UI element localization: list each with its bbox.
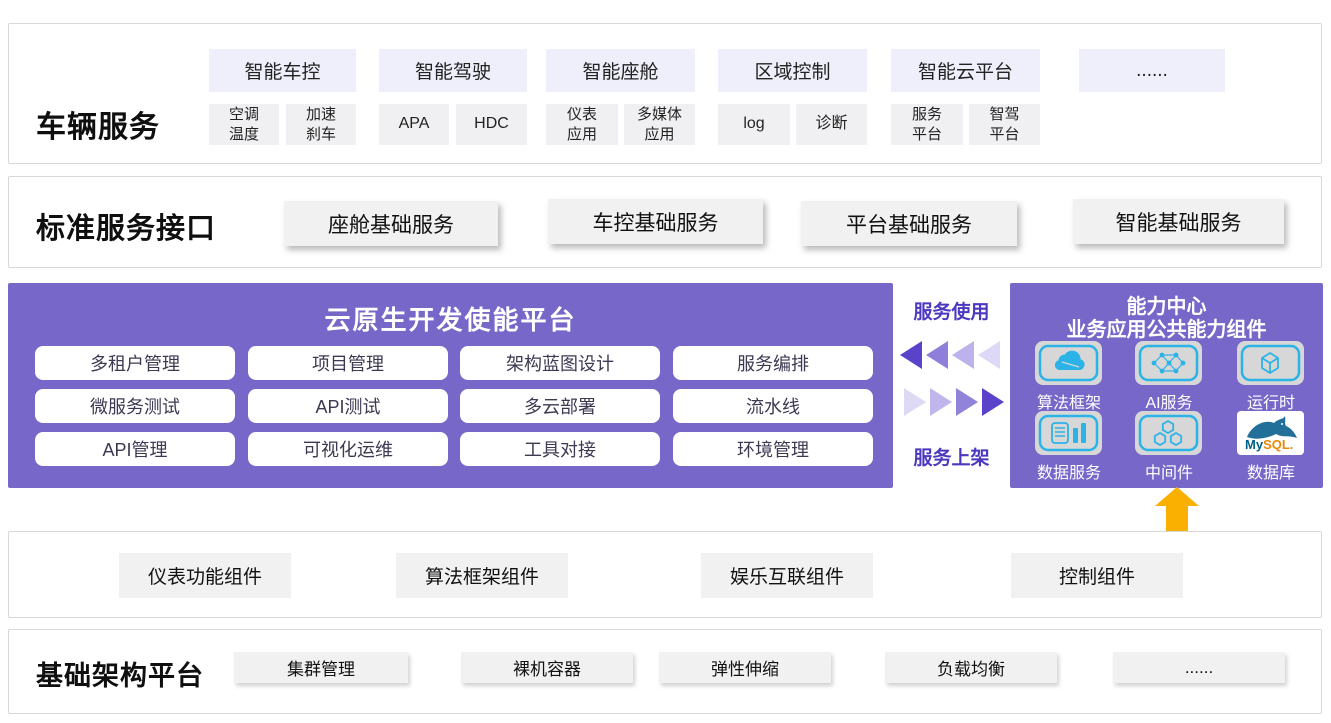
service-use-arrows-icon: [900, 340, 1004, 370]
cloud-native-platform-panel: 云原生开发使能平台 多租户管理 项目管理 架构蓝图设计 服务编排 微服务测试 A…: [8, 283, 893, 488]
box-platform-basic-service: 平台基础服务: [801, 201, 1017, 246]
chip-zone-control: 区域控制: [718, 49, 867, 92]
chip-instrument-app: 仪表 应用: [546, 104, 618, 145]
chip-hdc: HDC: [456, 104, 527, 145]
standard-interface-section: 标准服务接口 座舱基础服务 车控基础服务 平台基础服务 智能基础服务: [8, 176, 1322, 268]
cloud-native-platform-title: 云原生开发使能平台: [8, 300, 893, 337]
btn-api-test: API测试: [248, 389, 448, 423]
chip-diagnosis: 诊断: [796, 104, 867, 145]
data-service-tile: [1035, 411, 1102, 455]
chip-smart-cloud-platform: 智能云平台: [891, 49, 1040, 92]
chip-bare-metal-container: 裸机容器: [461, 652, 633, 683]
middleware-tile: [1135, 411, 1202, 455]
vehicle-services-section: 车辆服务 智能车控 空调 温度 加速 刹车 智能驾驶 APA HDC 智能座舱 …: [8, 23, 1322, 164]
chip-smart-vehicle-control: 智能车控: [209, 49, 356, 92]
capability-title-line2: 业务应用公共能力组件: [1010, 313, 1323, 342]
service-publish-label: 服务上架: [893, 443, 1010, 470]
chip-load-balancing: 负载均衡: [885, 652, 1057, 683]
chip-apa: APA: [379, 104, 449, 145]
chip-smart-drive-platform: 智驾 平台: [969, 104, 1040, 145]
standard-interface-title: 标准服务接口: [36, 205, 216, 247]
infrastructure-section: 基础架构平台 集群管理 裸机容器 弹性伸缩 负载均衡 ......: [8, 629, 1322, 714]
components-section: 仪表功能组件 算法框架组件 娱乐互联组件 控制组件: [8, 531, 1322, 618]
cloud-icon: [1035, 341, 1102, 385]
runtime-tile: [1237, 341, 1304, 385]
service-publish-arrows-icon: [900, 387, 1004, 417]
btn-service-orchestration: 服务编排: [673, 346, 873, 380]
chip-cluster-mgmt: 集群管理: [234, 652, 408, 683]
chip-smart-driving: 智能驾驶: [379, 49, 527, 92]
data-bars-icon: [1035, 411, 1102, 455]
middleware-label: 中间件: [1114, 459, 1224, 483]
algorithm-framework-label: 算法框架: [1014, 389, 1124, 413]
infrastructure-title: 基础架构平台: [36, 654, 204, 693]
data-service-label: 数据服务: [1014, 459, 1124, 483]
chip-smart-cockpit: 智能座舱: [546, 49, 695, 92]
ai-service-tile: [1135, 341, 1202, 385]
hexagons-icon: [1135, 411, 1202, 455]
btn-api-mgmt: API管理: [35, 432, 235, 466]
database-tile: MySQL.: [1237, 411, 1304, 455]
chip-entertainment-component: 娱乐互联组件: [701, 553, 873, 598]
service-flow-zone: 服务使用 服务上架: [893, 283, 1010, 488]
chip-infra-more: ......: [1113, 652, 1285, 683]
btn-project-mgmt: 项目管理: [248, 346, 448, 380]
chip-accel-brake: 加速 刹车: [286, 104, 356, 145]
chip-control-component: 控制组件: [1011, 553, 1183, 598]
chip-instrument-component: 仪表功能组件: [119, 553, 291, 598]
cube-icon: [1237, 341, 1304, 385]
database-label: 数据库: [1216, 459, 1326, 483]
chip-service-platform: 服务 平台: [891, 104, 963, 145]
upload-arrow-icon: [1155, 487, 1199, 531]
mysql-my-text: My: [1245, 437, 1264, 452]
chip-algorithm-component: 算法框架组件: [396, 553, 568, 598]
service-use-label: 服务使用: [893, 297, 1010, 324]
vehicle-services-title: 车辆服务: [36, 102, 160, 146]
box-intelligent-basic-service: 智能基础服务: [1073, 199, 1284, 244]
mysql-logo: MySQL.: [1237, 411, 1304, 455]
architecture-diagram: 车辆服务 智能车控 空调 温度 加速 刹车 智能驾驶 APA HDC 智能座舱 …: [0, 0, 1331, 723]
btn-multi-tenant-mgmt: 多租户管理: [35, 346, 235, 380]
chip-elastic-scaling: 弹性伸缩: [659, 652, 831, 683]
arrow-head: [1155, 487, 1199, 506]
btn-architecture-blueprint: 架构蓝图设计: [460, 346, 660, 380]
btn-microservice-test: 微服务测试: [35, 389, 235, 423]
svg-text:MySQL.: MySQL.: [1245, 437, 1293, 452]
box-vehicle-control-basic-service: 车控基础服务: [548, 199, 763, 244]
btn-tool-integration: 工具对接: [460, 432, 660, 466]
runtime-label: 运行时: [1216, 389, 1326, 413]
btn-env-mgmt: 环境管理: [673, 432, 873, 466]
box-cockpit-basic-service: 座舱基础服务: [284, 201, 498, 246]
btn-visual-ops: 可视化运维: [248, 432, 448, 466]
chip-ac-temp: 空调 温度: [209, 104, 279, 145]
chip-multimedia-app: 多媒体 应用: [624, 104, 695, 145]
chip-more-services: ......: [1079, 49, 1225, 92]
chip-log: log: [718, 104, 790, 145]
algorithm-framework-tile: [1035, 341, 1102, 385]
ai-service-label: AI服务: [1114, 389, 1224, 413]
capability-center-panel: 能力中心 业务应用公共能力组件: [1010, 283, 1323, 488]
arrow-shaft: [1166, 505, 1188, 531]
btn-multi-cloud-deploy: 多云部署: [460, 389, 660, 423]
mysql-sql-text: SQL.: [1263, 437, 1293, 452]
btn-pipeline: 流水线: [673, 389, 873, 423]
ai-network-icon: [1135, 341, 1202, 385]
